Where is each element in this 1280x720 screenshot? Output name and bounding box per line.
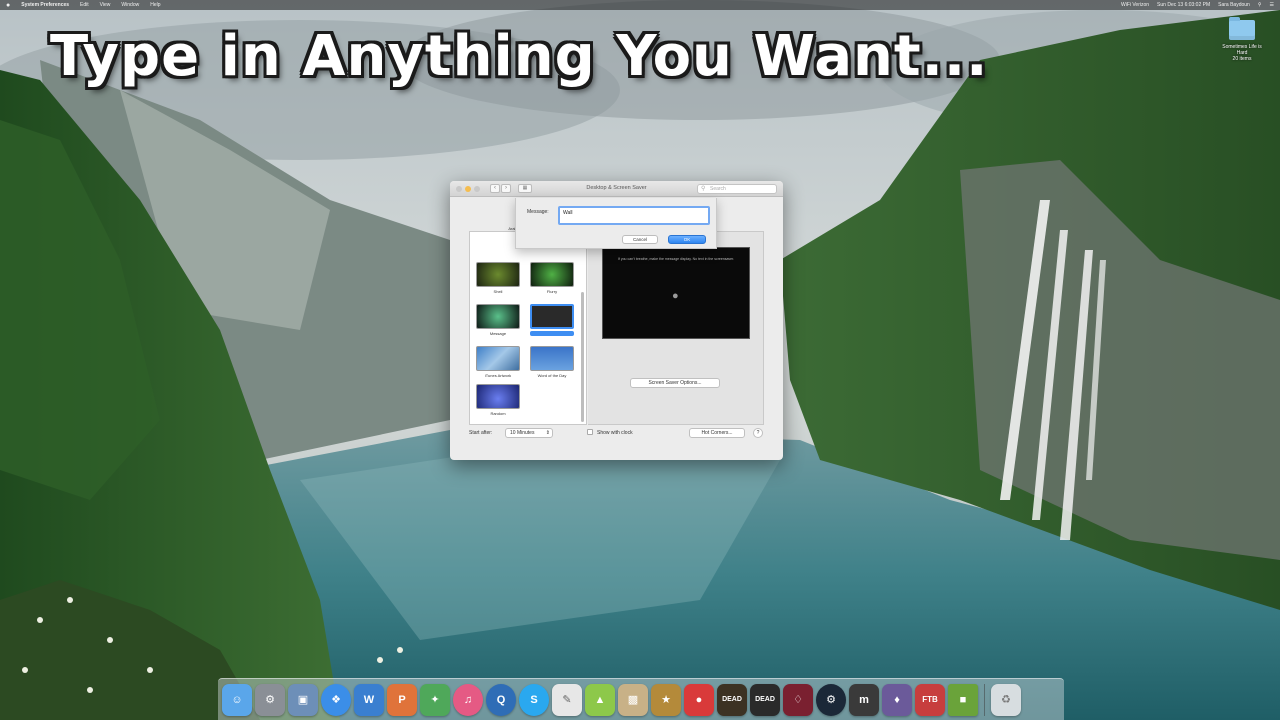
menu-app-name[interactable]: System Preferences <box>21 2 69 8</box>
screensaver-list[interactable]: Arabesque Shell Flurry Message iTunes Ar… <box>469 226 587 425</box>
apple-logo-icon: ● <box>672 290 679 302</box>
menu-user[interactable]: Sara Baydoun <box>1218 2 1250 8</box>
powerpoint-icon[interactable]: P <box>387 683 417 716</box>
menu-status-area: WiFi Verizon Sun Dec 13 6:03:02 PM Sara … <box>1121 2 1274 8</box>
bottom-controls: Start after: 10 Minutes ⇕ Show with cloc… <box>469 428 769 440</box>
menu-view[interactable]: View <box>100 2 111 8</box>
start-after-label: Start after: <box>469 430 493 436</box>
window-titlebar[interactable]: ‹ › ▦ Desktop & Screen Saver ⚲ Search <box>450 181 783 197</box>
screensaver-preview-pane: If you can't breathe, make the message d… <box>588 231 764 425</box>
search-icon: ⚲ <box>701 186 706 192</box>
finder-icon[interactable]: ☺ <box>222 683 252 716</box>
dock: ☺ ⚙ ▣ ❖ W P ✦ ♫ Q S ✎ ▲ ▩ ★ ● DEAD DEAD … <box>218 678 1064 720</box>
menu-clock[interactable]: Sun Dec 13 6:03:02 PM <box>1157 2 1210 8</box>
game-icon-1[interactable]: m <box>849 683 879 716</box>
screensaver-message[interactable] <box>530 304 574 336</box>
wine-icon[interactable]: ♢ <box>783 683 813 716</box>
video-caption: Type in Anything You Want... <box>50 24 989 89</box>
android-icon[interactable]: ▲ <box>585 683 615 716</box>
minecraft-edu-icon[interactable]: ✦ <box>420 683 450 716</box>
game-icon-2[interactable]: ♦ <box>882 683 912 716</box>
help-button[interactable]: ? <box>753 428 763 438</box>
apple-menu-icon[interactable]: ● <box>6 2 10 9</box>
preview-icon[interactable]: ▩ <box>618 683 648 716</box>
message-label: Message: <box>527 209 549 215</box>
screensaver-thumb <box>530 262 574 287</box>
skype-icon[interactable]: S <box>519 683 549 716</box>
menu-bar: ● System Preferences Edit View Window He… <box>0 0 1280 10</box>
itunes-icon[interactable]: ♫ <box>453 683 483 716</box>
screensaver-itunes-artwork[interactable]: iTunes Artwork <box>476 346 520 378</box>
screensaver-flurry[interactable]: Flurry <box>530 262 574 294</box>
screensaver-thumb <box>476 262 520 287</box>
message-input[interactable]: Wall <box>558 206 710 225</box>
wifi-status[interactable]: WiFi Verizon <box>1121 2 1149 8</box>
word-icon[interactable]: W <box>354 683 384 716</box>
screensaver-thumb <box>530 304 574 329</box>
desktop-folder-label: Sometimes Life is Hard 20 items <box>1222 44 1262 62</box>
menu-help[interactable]: Help <box>150 2 160 8</box>
show-clock-label: Show with clock <box>597 430 633 436</box>
screensaver-options-button[interactable]: Screen Saver Options... <box>630 378 720 388</box>
desktop-folder[interactable]: Sometimes Life is Hard 20 items <box>1212 17 1272 62</box>
safari-icon[interactable]: ❖ <box>321 683 351 716</box>
walking-dead-2-icon[interactable]: DEAD <box>750 683 780 716</box>
dock-separator <box>984 683 985 716</box>
minecraft-icon[interactable]: ■ <box>948 683 978 716</box>
photos-icon[interactable]: ▣ <box>288 683 318 716</box>
search-input[interactable]: ⚲ Search <box>697 184 777 194</box>
walking-dead-icon[interactable]: DEAD <box>717 683 747 716</box>
imovie-icon[interactable]: ★ <box>651 683 681 716</box>
steam-icon[interactable]: ⚙ <box>816 683 846 716</box>
screensaver-thumb <box>530 346 574 371</box>
preview-message: If you can't breathe, make the message d… <box>617 257 735 261</box>
trash-icon[interactable]: ♻ <box>991 683 1021 716</box>
popcorn-icon[interactable]: ● <box>684 683 714 716</box>
hot-corners-button[interactable]: Hot Corners... <box>689 428 745 438</box>
spotlight-icon[interactable]: ⚲ <box>1258 2 1262 8</box>
menu-window[interactable]: Window <box>121 2 139 8</box>
message-sheet: Message: Wall Cancel OK <box>515 198 717 249</box>
screensaver-preview: If you can't breathe, make the message d… <box>602 247 750 339</box>
show-clock-checkbox[interactable] <box>587 429 593 435</box>
folder-icon <box>1229 17 1255 40</box>
screensaver-ring[interactable]: Message <box>476 304 520 336</box>
chevron-down-icon: ⇕ <box>545 430 550 436</box>
screensaver-random[interactable]: Random <box>476 384 520 416</box>
start-after-select[interactable]: 10 Minutes ⇕ <box>505 428 553 438</box>
quicktime-icon[interactable]: Q <box>486 683 516 716</box>
screensaver-shell[interactable]: Shell <box>476 262 520 294</box>
screensaver-thumb <box>476 384 520 409</box>
system-preferences-icon[interactable]: ⚙ <box>255 683 285 716</box>
screensaver-word-of-the-day[interactable]: Word of the Day <box>530 346 574 378</box>
menu-edit[interactable]: Edit <box>80 2 89 8</box>
textedit-icon[interactable]: ✎ <box>552 683 582 716</box>
ftb-icon[interactable]: FTB <box>915 683 945 716</box>
cancel-button[interactable]: Cancel <box>622 235 658 244</box>
desktop-screensaver-window: ‹ › ▦ Desktop & Screen Saver ⚲ Search De… <box>450 181 783 460</box>
notification-center-icon[interactable]: ☰ <box>1270 2 1274 8</box>
list-scrollbar[interactable] <box>581 292 584 422</box>
ok-button[interactable]: OK <box>668 235 706 244</box>
screensaver-thumb <box>476 346 520 371</box>
screensaver-thumb <box>476 304 520 329</box>
